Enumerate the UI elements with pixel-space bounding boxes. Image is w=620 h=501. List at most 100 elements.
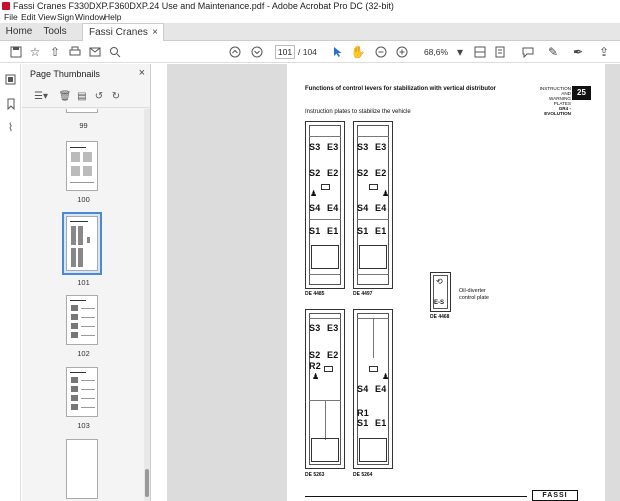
page-total-label: / 104 [298, 47, 317, 57]
label-s1: S1 [357, 418, 369, 428]
label-s4: S4 [357, 384, 369, 394]
panel-toolbar: ☰▾ 🗑 ▤ ↺ ↻ [22, 84, 151, 108]
previous-page-icon[interactable] [227, 44, 243, 60]
page-thumbnails-icon[interactable] [3, 72, 18, 87]
next-page-icon[interactable] [249, 44, 265, 60]
label-e4: E4 [375, 203, 387, 213]
panel-title: Page Thumbnails [30, 69, 100, 79]
scroll-mode-icon[interactable] [492, 44, 508, 60]
attachments-paperclip-icon[interactable]: ⌇ [3, 120, 18, 135]
fit-page-icon[interactable] [472, 44, 488, 60]
menu-help[interactable]: Help [104, 12, 121, 23]
zoom-in-icon[interactable] [394, 44, 410, 60]
tab-tools[interactable]: Tools [38, 23, 72, 41]
document-viewer[interactable]: Functions of control levers for stabiliz… [167, 64, 620, 501]
tab-home[interactable]: Home [0, 23, 38, 41]
operator-figure-icon: ♟ [310, 189, 318, 198]
thumbnail-label: 99 [79, 121, 88, 130]
main-toolbar: ☆ ⇧ 101 / 104 ✋ 68,6% ▾ ✎ ✒ ⇪ [0, 41, 620, 63]
email-icon[interactable] [87, 44, 103, 60]
vehicle-diagram [369, 184, 378, 190]
label-s1: S1 [357, 226, 369, 236]
menu-edit[interactable]: Edit [21, 12, 36, 23]
plate-code: DE 5264 [353, 472, 373, 478]
thumbnail-page-104[interactable] [66, 439, 98, 499]
acrobat-app-icon [2, 2, 10, 10]
print-icon[interactable] [67, 44, 83, 60]
section-number: 25 [572, 86, 591, 100]
thumbnail-page-103[interactable] [66, 367, 98, 417]
label-r2: R2 [309, 361, 322, 371]
plate-de-4497: S3 E3 S2 E2 ♟ S4 E4 S1 E1 [353, 121, 393, 289]
label-s3: S3 [309, 142, 321, 152]
label-s4: S4 [357, 203, 369, 213]
close-panel-icon[interactable]: × [139, 67, 145, 79]
menu-bar: File Edit View Sign Window Help [0, 12, 620, 23]
lever-diagram [359, 245, 387, 269]
section-line-3: GR4 - EVOLUTION [544, 106, 571, 116]
thumbnail-scrollbar[interactable] [144, 109, 150, 501]
section-header-lines: INSTRUCTION AND WARNING PLATES GR4 - EVO… [533, 86, 571, 116]
operator-figure-icon: ♟ [382, 189, 390, 198]
sign-icon[interactable]: ✒ [570, 44, 586, 60]
thumbnail-list: 99 100 101 102 103 [22, 109, 145, 501]
pdf-page: Functions of control levers for stabiliz… [287, 64, 605, 501]
label-e4: E4 [327, 203, 339, 213]
document-heading: Functions of control levers for stabiliz… [305, 86, 497, 92]
section-line-2: WARNING PLATES [548, 96, 571, 106]
share-icon[interactable]: ⇪ [596, 44, 612, 60]
rotate-counterclockwise-icon[interactable]: ↺ [92, 89, 106, 103]
oil-caption-line-1: Oil-diverter [459, 288, 486, 294]
rotate-clockwise-icon[interactable]: ↻ [109, 89, 123, 103]
label-s2: S2 [309, 350, 321, 360]
upload-cloud-icon[interactable]: ⇧ [47, 44, 63, 60]
search-icon[interactable] [107, 44, 123, 60]
vehicle-diagram [324, 366, 333, 372]
label-e3: E3 [327, 323, 339, 333]
insert-page-icon[interactable]: ▤ [75, 89, 89, 103]
label-s2: S2 [357, 168, 369, 178]
hand-tool-icon[interactable]: ✋ [350, 44, 366, 60]
page-number-input[interactable]: 101 [275, 45, 295, 59]
menu-sign[interactable]: Sign [57, 12, 74, 23]
menu-file[interactable]: File [4, 12, 18, 23]
zoom-out-icon[interactable] [373, 44, 389, 60]
label-e2: E2 [327, 168, 339, 178]
bookmark-star-icon[interactable]: ☆ [27, 44, 43, 60]
delete-page-icon[interactable]: 🗑 [58, 89, 72, 103]
close-tab-icon[interactable]: × [152, 24, 158, 42]
scrollbar-thumb[interactable] [145, 469, 149, 497]
label-s4: S4 [309, 203, 321, 213]
zoom-level-select[interactable]: 68,6% [418, 45, 454, 59]
select-cursor-icon[interactable] [330, 44, 346, 60]
thumbnail-page-100[interactable] [66, 141, 98, 191]
thumbnail-options-icon[interactable]: ☰▾ [30, 89, 52, 103]
oil-diverter-plate: ⟲ E-S [430, 272, 451, 312]
plate-code: DE 4497 [353, 291, 373, 297]
chevron-down-icon[interactable]: ▾ [452, 44, 468, 60]
plate-de-5263: S3 E3 S2 E2 R2 ♟ [305, 309, 345, 469]
document-subheading: Instruction plates to stabilize the vehi… [305, 109, 411, 115]
operator-figure-icon: ♟ [312, 372, 320, 381]
label-e2: E2 [327, 350, 339, 360]
highlight-pen-icon[interactable]: ✎ [545, 44, 561, 60]
menu-window[interactable]: Window [75, 12, 105, 23]
bookmarks-icon[interactable] [3, 96, 18, 111]
comment-icon[interactable] [520, 44, 536, 60]
label-e3: E3 [375, 142, 387, 152]
thumbnail-page-101[interactable] [66, 216, 98, 271]
label-s3: S3 [357, 142, 369, 152]
save-icon[interactable] [8, 44, 24, 60]
plate-de-5264: ♟ S4 E4 R1 S1 E1 [353, 309, 393, 469]
lever-diagram [359, 438, 387, 462]
label-e3: E3 [327, 142, 339, 152]
tab-document[interactable]: Fassi Cranes F330D... × [82, 23, 164, 56]
label-r1: R1 [357, 408, 370, 418]
thumbnail-page-102[interactable] [66, 295, 98, 345]
label-s3: S3 [309, 323, 321, 333]
thumbnail-label: 102 [77, 349, 90, 358]
plate-code: DE 5263 [305, 472, 325, 478]
thumbnail-page-99[interactable] [66, 109, 98, 113]
plate-de-4485: S3 E3 S2 E2 ♟ S4 E4 S1 E1 [305, 121, 345, 289]
menu-view[interactable]: View [38, 12, 56, 23]
